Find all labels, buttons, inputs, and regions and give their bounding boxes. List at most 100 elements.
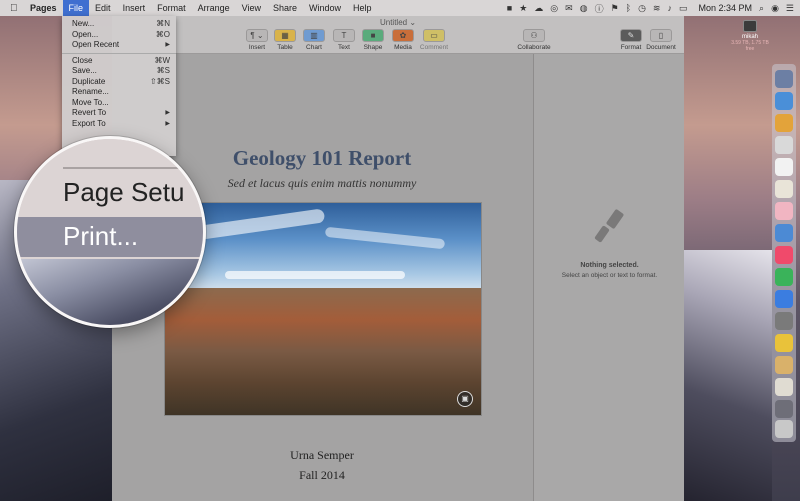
desktop-wallpaper-right [682,250,772,501]
document-photo[interactable]: ▣ [164,202,482,416]
document-label: Document [646,44,676,51]
menu-item-save[interactable]: Save... ⌘S [62,66,176,77]
zoom-magnifier: Page Setu Print... [14,136,206,328]
bluetooth-icon[interactable]: ᛒ [626,3,631,13]
shortcut-label: ⇧⌘S [149,76,170,86]
menu-insert[interactable]: Insert [117,0,152,16]
comment-button[interactable]: ▭ Comment [417,29,451,51]
cloud-icon[interactable]: ☁ [534,3,543,14]
chart-button[interactable]: ▥ Chart [297,29,331,51]
media-button[interactable]: ✿ Media [386,29,420,51]
clock-icon[interactable]: ◷ [638,3,646,14]
menu-item-print[interactable]: Print... [63,221,138,252]
screen-record-icon[interactable]: ■ [507,3,512,13]
menu-format[interactable]: Format [151,0,192,16]
trash-icon[interactable] [775,420,793,438]
format-sidebar: Nothing selected. Select an object or te… [533,54,684,501]
menu-edit[interactable]: Edit [89,0,117,16]
mail-icon[interactable]: ✉ [565,3,573,14]
menu-item-label: Open Recent [72,40,120,49]
shortcut-label: ⌘W [154,55,170,65]
nothing-selected-hint: Select an object or text to format. [561,272,658,279]
menu-item-new[interactable]: New... ⌘N [62,19,176,30]
dock-spotify-icon[interactable] [775,268,793,286]
menu-item-move-to[interactable]: Move To... [62,98,176,109]
paragraph-icon: ¶ ⌄ [246,29,268,42]
disk-size: 3.59 TB, 1.75 TB free [731,40,769,52]
dock-pages-icon[interactable] [775,356,793,374]
dock-notes-icon[interactable] [775,180,793,198]
dock-folder-icon[interactable] [775,400,793,418]
collaborate-label: Collaborate [517,44,551,51]
dock-clock-icon[interactable] [775,136,793,154]
media-label: Media [394,44,412,51]
file-menu-dropdown: New... ⌘N Open... ⌘O Open Recent ▶ Close ⌘W … [62,16,176,156]
flag-icon[interactable]: ⚑ [611,3,619,14]
apple-menu-icon[interactable]:  [10,3,24,14]
menu-item-label: Move To... [72,97,109,107]
menu-view[interactable]: View [236,0,267,16]
desktop-disk[interactable]: mikah 3.59 TB, 1.75 TB free [730,20,770,52]
dock-chrome-icon[interactable] [775,114,793,132]
menu-app-pages[interactable]: Pages [24,0,63,16]
menu-share[interactable]: Share [267,0,303,16]
menu-help[interactable]: Help [347,0,378,16]
table-icon: ▦ [274,29,296,42]
dock [772,64,796,442]
battery-icon[interactable]: ▭ [679,3,688,14]
format-button[interactable]: ✎ Format [614,29,648,51]
menu-item-export-to[interactable]: Export To ▶ [62,119,176,130]
document-author[interactable]: Urna Semper [112,448,532,463]
document-button[interactable]: ▯ Document [644,29,678,51]
menu-file[interactable]: File [62,0,90,16]
submenu-arrow-icon: ▶ [165,110,170,116]
star-icon[interactable]: ★ [519,3,527,14]
paintbrush-icon: ✎ [620,29,642,42]
dock-app-store-icon[interactable] [775,290,793,308]
menu-arrange[interactable]: Arrange [192,0,236,16]
replace-image-icon[interactable]: ▣ [457,391,473,407]
menu-item-label: Export To [72,118,106,128]
shape-button[interactable]: ■ Shape [356,29,390,51]
spotlight-search-icon[interactable]: ⌕ [759,3,764,14]
shield-icon[interactable]: ◍ [580,3,588,14]
dock-music-icon[interactable] [775,246,793,264]
menu-item-open-recent[interactable]: Open Recent ▶ [62,40,176,51]
collaborate-button[interactable]: ⚇ Collaborate [514,29,554,51]
dock-preferences-icon[interactable] [775,312,793,330]
document-date[interactable]: Fall 2014 [112,468,532,483]
menu-item-close[interactable]: Close ⌘W [62,56,176,67]
dock-calendar-icon[interactable] [775,158,793,176]
menu-bar:  Pages File Edit Insert Format Arrange … [0,0,800,16]
photo-cloud [225,271,405,279]
info-icon[interactable]: ⓘ [595,2,604,15]
menu-clock[interactable]: Mon 2:34 PM [698,3,752,13]
document-icon: ▯ [650,29,672,42]
dock-finder-icon[interactable] [775,70,793,88]
dock-messages-icon[interactable] [775,224,793,242]
photo-canyon [165,287,481,415]
document-name[interactable]: Untitled ⌄ [112,18,684,27]
menu-item-label: Rename... [72,87,109,96]
menu-item-open[interactable]: Open... ⌘O [62,30,176,41]
wifi-icon[interactable]: ≋ [653,3,661,14]
nothing-selected-title: Nothing selected. [580,262,639,269]
menu-item-revert-to[interactable]: Revert To ▶ [62,108,176,119]
menu-item-duplicate[interactable]: Duplicate ⇧⌘S [62,77,176,88]
volume-icon[interactable]: ♪ [667,3,672,13]
menu-item-page-setup[interactable]: Page Setu [63,177,184,208]
siri-icon[interactable]: ◉ [771,3,779,14]
shortcut-label: ⌘S [156,66,170,75]
menu-window[interactable]: Window [303,0,347,16]
circle-icon[interactable]: ◎ [550,3,558,14]
chart-icon: ▥ [303,29,325,42]
dock-document-icon[interactable] [775,378,793,396]
submenu-arrow-icon: ▶ [165,42,170,48]
menu-item-rename[interactable]: Rename... [62,87,176,98]
dock-tes-icon[interactable] [775,334,793,352]
chart-label: Chart [306,44,322,51]
dock-safari-icon[interactable] [775,92,793,110]
shortcut-label: ⌘O [155,29,170,39]
notification-center-icon[interactable]: ☰ [786,3,794,14]
dock-photos-icon[interactable] [775,202,793,220]
